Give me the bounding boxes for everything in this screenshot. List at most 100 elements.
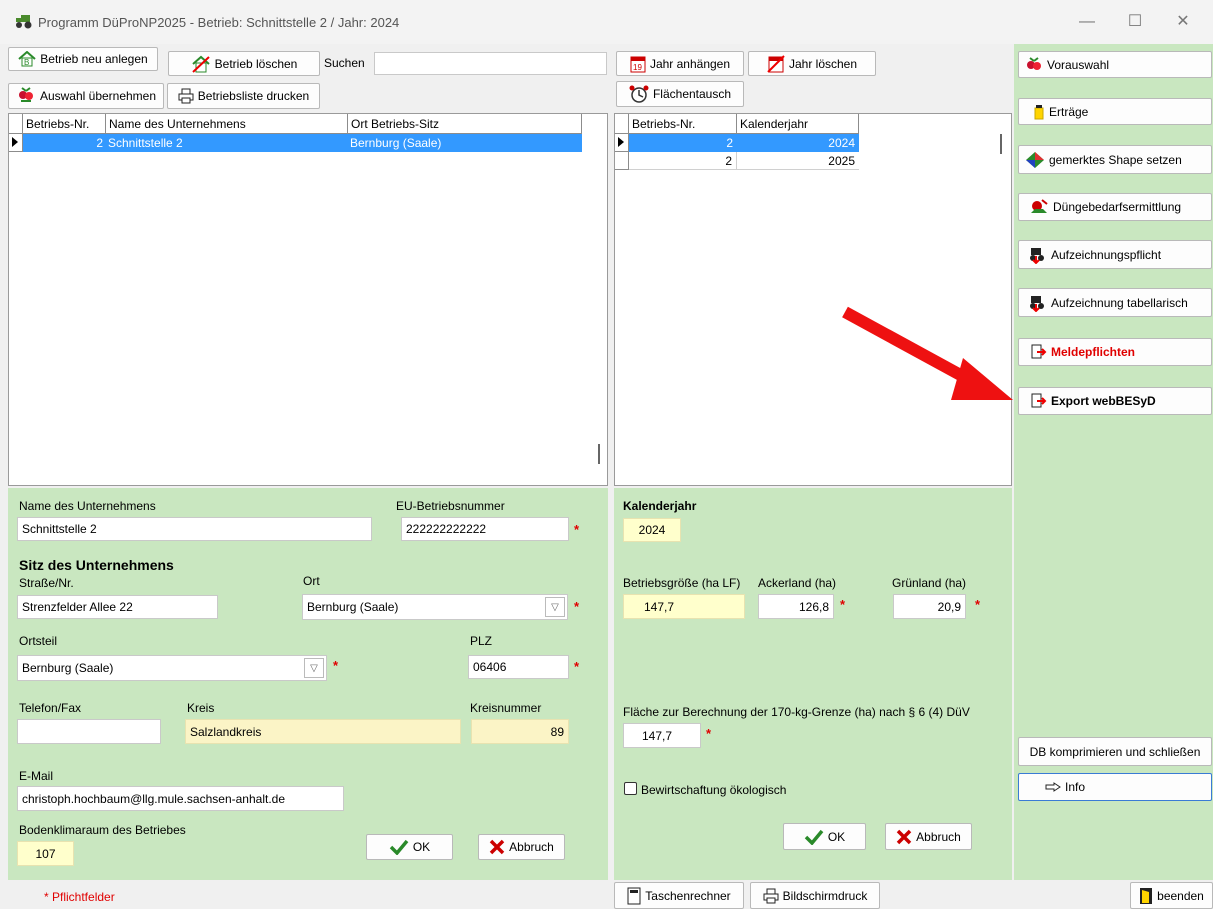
gruen-input[interactable]: 20,9 <box>893 594 966 619</box>
abbruch-label: Abbruch <box>916 829 961 844</box>
search-input[interactable] <box>374 52 607 75</box>
ok-button[interactable]: OK <box>366 834 453 860</box>
ortsteil-select-value: Bernburg (Saale) <box>22 661 114 675</box>
pflichtfelder-note: * Pflichtfelder <box>44 890 115 904</box>
export-doc-icon <box>1031 344 1047 359</box>
meldepflichten-button[interactable]: Meldepflichten <box>1018 338 1212 366</box>
ort-select[interactable]: Bernburg (Saale) ▽ <box>302 594 568 620</box>
duengebedarf-label: Düngebedarfsermittlung <box>1053 200 1182 214</box>
aufzeichnung-tabellarisch-label: Aufzeichnung tabellarisch <box>1051 295 1188 310</box>
flaeche-input[interactable]: 147,7 <box>623 723 701 748</box>
groesse-input[interactable]: 147,7 <box>623 594 745 619</box>
ertraege-button[interactable]: Erträge <box>1018 98 1212 125</box>
new-betrieb-button[interactable]: B Betrieb neu anlegen <box>8 47 158 71</box>
required-star: * <box>975 597 981 612</box>
jahr-input[interactable]: 2024 <box>623 518 681 542</box>
db-compact-button[interactable]: DB komprimieren und schließen <box>1018 737 1212 766</box>
abbruch-button[interactable]: Abbruch <box>885 823 972 850</box>
add-year-button[interactable]: 19 Jahr anhängen <box>616 51 744 76</box>
svg-text:B: B <box>24 58 29 67</box>
ort-select-value: Bernburg (Saale) <box>307 600 399 614</box>
new-betrieb-label: Betrieb neu anlegen <box>40 52 148 66</box>
bildschirmdruck-button[interactable]: Bildschirmdruck <box>750 882 880 909</box>
plz-input[interactable]: 06406 <box>468 655 569 679</box>
svg-text:19: 19 <box>633 63 642 72</box>
minimize-button[interactable]: — <box>1070 10 1104 34</box>
scrollbar-thumb[interactable] <box>598 444 600 464</box>
taschenrechner-label: Taschenrechner <box>645 888 731 903</box>
acker-input[interactable]: 126,8 <box>758 594 834 619</box>
ok-label: OK <box>412 840 431 854</box>
printer-icon <box>763 888 779 903</box>
aufzeichnung-tabellarisch-button[interactable]: Aufzeichnung tabellarisch <box>1018 288 1212 317</box>
column-header[interactable]: Name des Unternehmens <box>106 114 348 134</box>
column-header[interactable]: Betriebs-Nr. <box>23 114 106 134</box>
flaechentausch-button[interactable]: Flächentausch <box>616 81 744 107</box>
scrollbar-thumb[interactable] <box>1000 134 1002 154</box>
status-bar: * Pflichtfelder Taschenrechner Bildschir… <box>0 880 1213 909</box>
boden-input[interactable]: 107 <box>17 841 74 866</box>
vorauswahl-button[interactable]: Vorauswahl <box>1018 51 1212 78</box>
close-button[interactable]: ✕ <box>1166 10 1200 34</box>
duengebedarf-button[interactable]: Düngebedarfsermittlung <box>1018 193 1212 221</box>
oeko-label: Bewirtschaftung ökologisch <box>641 783 787 797</box>
column-header[interactable]: Ort Betriebs-Sitz <box>348 114 582 134</box>
shape-button[interactable]: gemerktes Shape setzen <box>1018 145 1212 174</box>
row-pointer-icon <box>618 137 624 147</box>
info-button[interactable]: Info <box>1018 773 1212 801</box>
plz-label: PLZ <box>470 634 493 648</box>
red-arrow-annotation <box>842 306 1013 400</box>
ok-label: OK <box>827 829 846 844</box>
fertilizer-icon <box>1031 199 1048 213</box>
abbruch-button[interactable]: Abbruch <box>478 834 565 860</box>
column-header[interactable]: Kalenderjahr <box>737 114 859 134</box>
info-label: Info <box>1065 780 1086 794</box>
boden-label: Bodenklimaraum des Betriebes <box>19 823 186 837</box>
oeko-checkbox[interactable] <box>624 782 637 795</box>
required-star: * <box>574 599 580 614</box>
ortsteil-select[interactable]: Bernburg (Saale) ▽ <box>17 655 327 681</box>
export-doc-icon <box>1031 393 1047 408</box>
record-table-icon <box>1030 295 1044 312</box>
telefon-input[interactable] <box>17 719 161 744</box>
aufzeichnungspflicht-button[interactable]: Aufzeichnungspflicht <box>1018 240 1212 269</box>
name-label: Name des Unternehmens <box>19 499 156 513</box>
exit-door-icon <box>1140 887 1153 904</box>
delete-betrieb-button[interactable]: Betrieb löschen <box>168 51 320 76</box>
table-row[interactable]: 2 2025 <box>629 152 859 170</box>
plant-icon <box>1027 56 1041 70</box>
cross-icon <box>489 839 505 855</box>
strasse-input[interactable]: Strenzfelder Allee 22 <box>17 595 218 619</box>
delete-year-button[interactable]: Jahr löschen <box>748 51 876 76</box>
cell-jahr: 2024 <box>828 136 855 150</box>
print-list-button[interactable]: Betriebsliste drucken <box>167 83 320 109</box>
jahr-form: Kalenderjahr 2024 Betriebsgröße (ha LF) … <box>614 488 1012 880</box>
beenden-button[interactable]: beenden <box>1130 882 1213 909</box>
chevron-down-icon[interactable]: ▽ <box>304 658 324 678</box>
email-input[interactable]: christoph.hochbaum@llg.mule.sachsen-anha… <box>17 786 344 811</box>
delete-calendar-icon <box>767 54 785 73</box>
print-list-label: Betriebsliste drucken <box>197 89 310 103</box>
kreisnummer-input[interactable]: 89 <box>471 719 569 744</box>
name-input[interactable]: Schnittstelle 2 <box>17 517 372 541</box>
ok-button[interactable]: OK <box>783 823 866 850</box>
chevron-down-icon[interactable]: ▽ <box>545 597 565 617</box>
harvest-icon <box>1034 104 1044 119</box>
required-star: * <box>333 658 339 673</box>
strasse-label: Straße/Nr. <box>19 576 74 590</box>
eu-input[interactable]: 222222222222 <box>401 517 569 541</box>
table-row[interactable]: 2 Schnittstelle 2 Bernburg (Saale) <box>23 134 582 152</box>
kreis-input[interactable]: Salzlandkreis <box>185 719 461 744</box>
column-header[interactable]: Betriebs-Nr. <box>629 114 737 134</box>
taschenrechner-button[interactable]: Taschenrechner <box>614 882 744 909</box>
pointing-hand-icon <box>1045 782 1061 792</box>
window-title: Programm DüProNP2025 - Betrieb: Schnitts… <box>38 15 400 30</box>
aufzeichnungspflicht-label: Aufzeichnungspflicht <box>1051 247 1162 262</box>
apply-selection-button[interactable]: Auswahl übernehmen <box>8 83 164 109</box>
export-webbesyd-button[interactable]: Export webBESyD <box>1018 387 1212 415</box>
maximize-button[interactable]: ☐ <box>1118 10 1152 34</box>
groesse-label: Betriebsgröße (ha LF) <box>623 576 741 590</box>
flaeche-label: Fläche zur Berechnung der 170-kg-Grenze … <box>623 705 970 719</box>
betriebe-grid: Betriebs-Nr. Name des Unternehmens Ort B… <box>8 113 608 486</box>
table-row[interactable]: 2 2024 <box>629 134 859 152</box>
